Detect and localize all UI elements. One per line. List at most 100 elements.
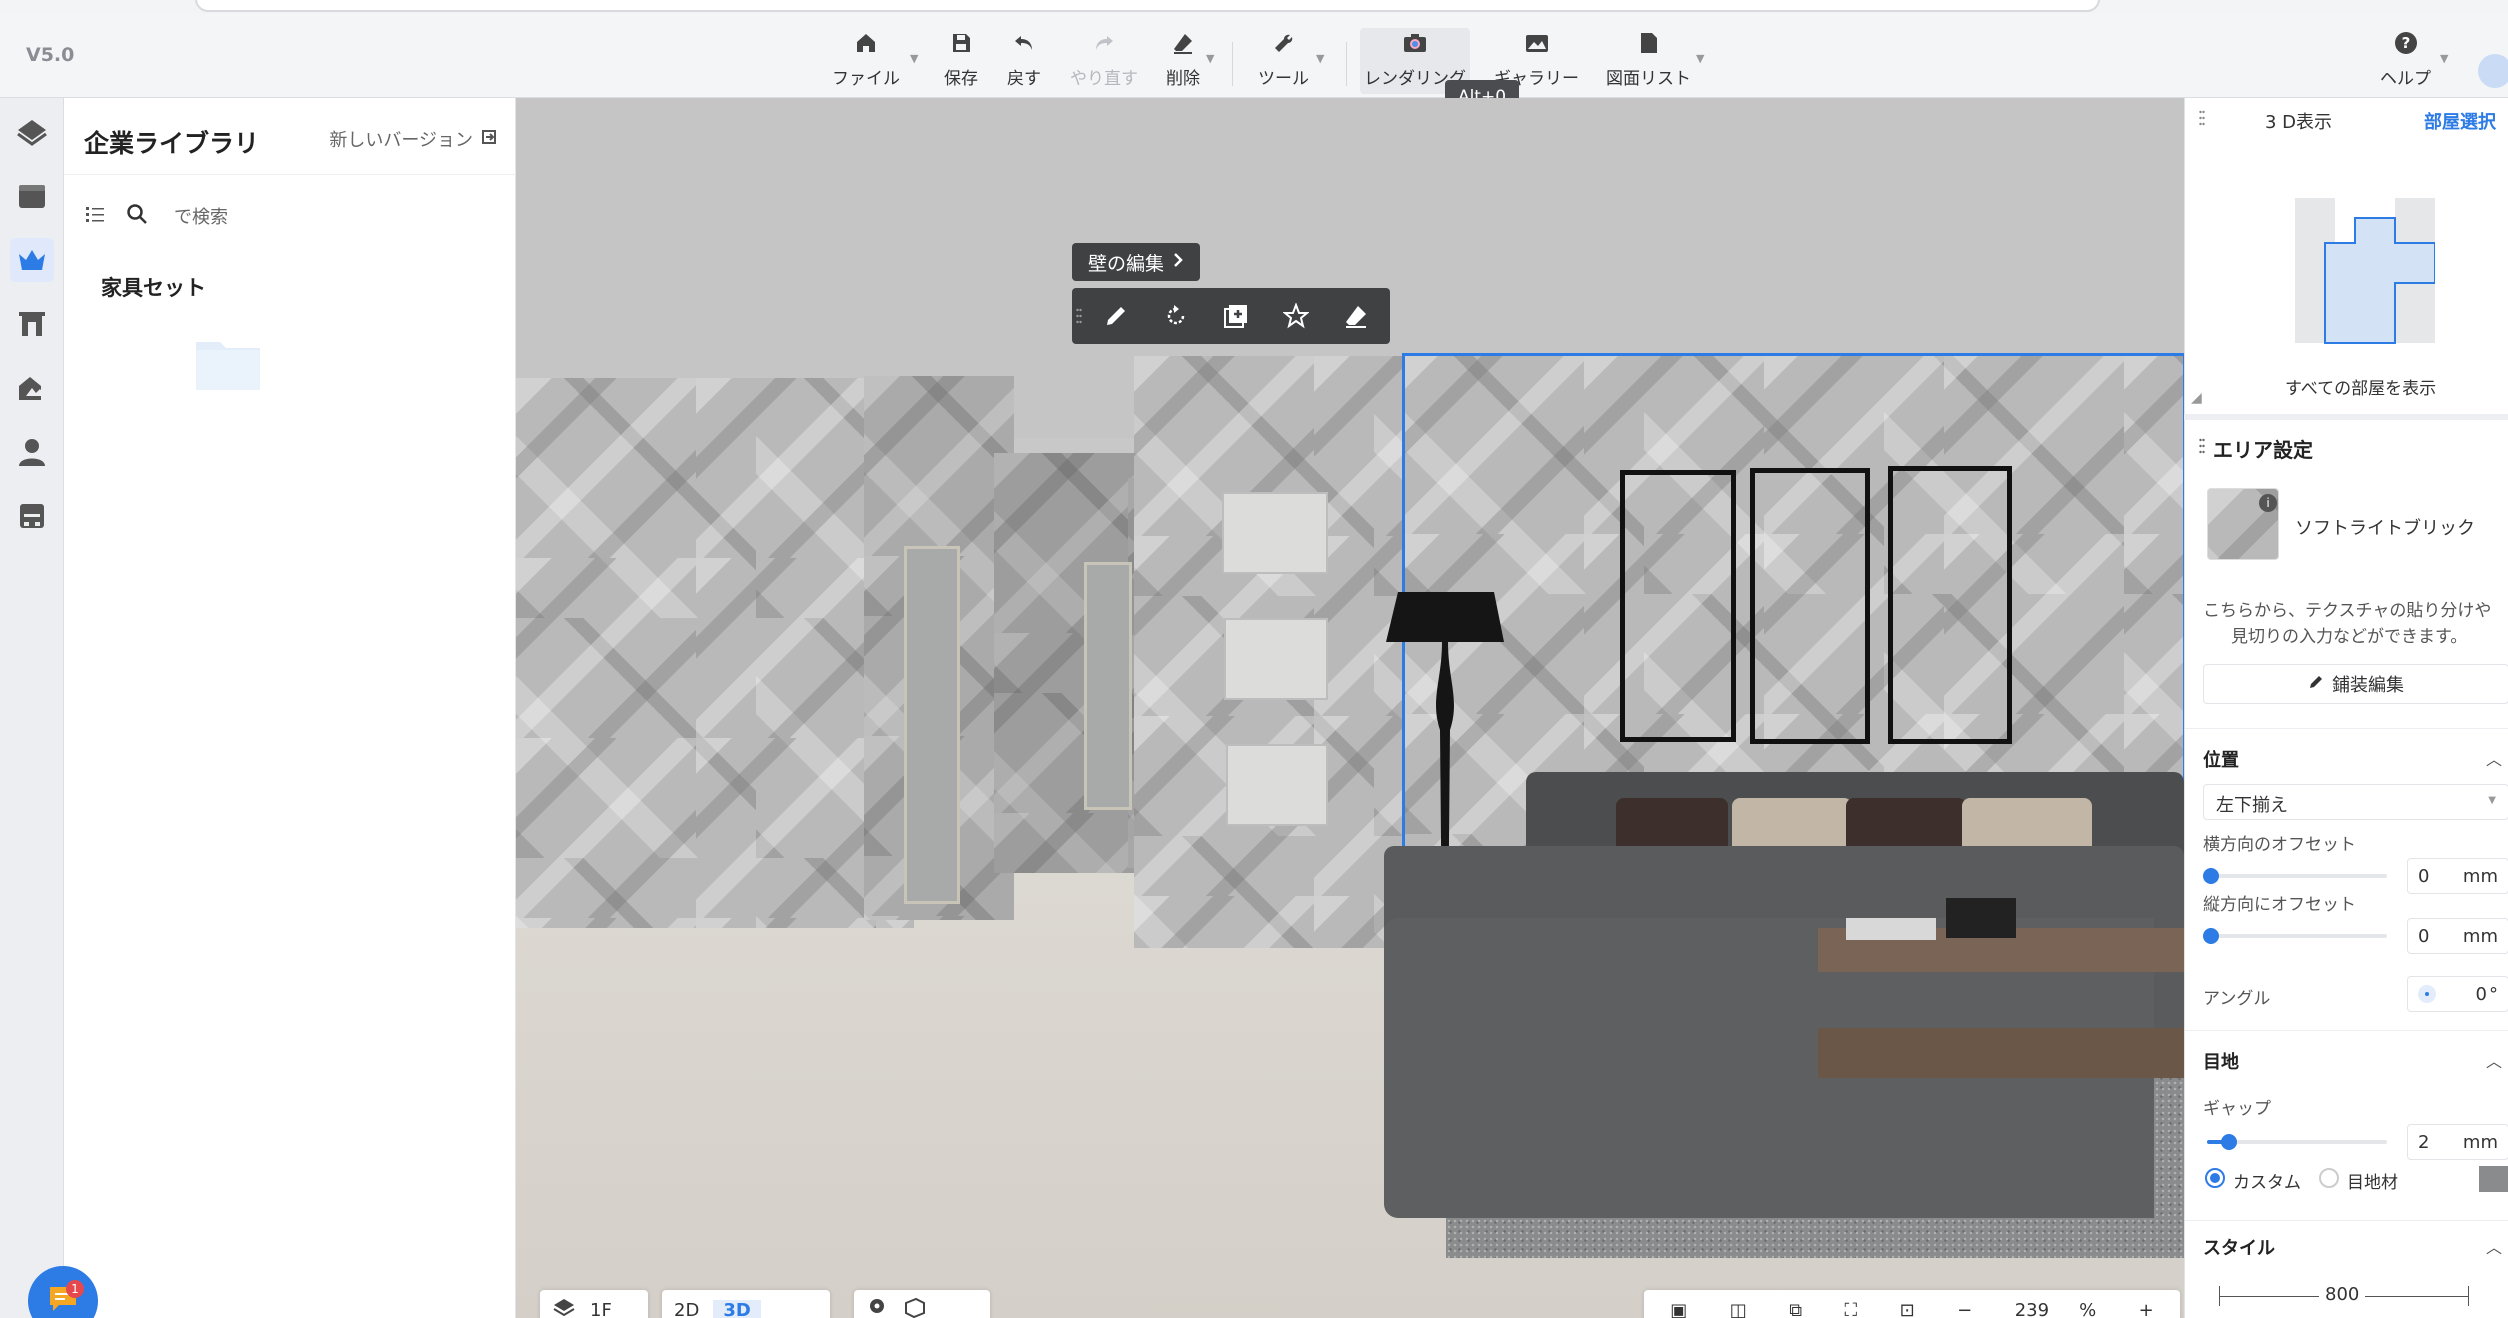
home-icon: [851, 28, 881, 58]
v-offset-input[interactable]: 0 mm: [2407, 918, 2508, 954]
gap-slider[interactable]: [2207, 1134, 2387, 1150]
zoom-input[interactable]: 239 %: [2015, 1300, 2096, 1318]
save-icon: [946, 28, 976, 58]
location-icon[interactable]: [866, 1297, 888, 1318]
enterprise-library-icon[interactable]: [10, 238, 54, 282]
undo-button[interactable]: 戻す: [1007, 28, 1041, 94]
cabinet-icon[interactable]: [10, 494, 54, 538]
layers-icon: [552, 1296, 576, 1318]
v-offset-unit: mm: [2462, 925, 2498, 947]
h-offset-slider[interactable]: [2203, 868, 2387, 884]
paving-edit-label: 鋪装編集: [2332, 675, 2404, 696]
house-mountain-icon[interactable]: [10, 366, 54, 410]
divider: [2185, 1030, 2508, 1031]
delete-caret-icon[interactable]: ▼: [1206, 52, 1214, 65]
list-view-icon[interactable]: [84, 203, 106, 229]
drawing-list-button[interactable]: 図面リスト: [1606, 28, 1691, 94]
joint-material-label: 目地材: [2347, 1173, 2398, 1193]
version-label: V5.0: [26, 44, 75, 66]
zoom-out-button[interactable]: −: [1957, 1300, 1972, 1318]
fit-icon[interactable]: ◫: [1730, 1300, 1747, 1318]
room-select-link[interactable]: 部屋選択: [2424, 108, 2496, 134]
undo-label: 戻す: [1007, 69, 1041, 89]
browser-strip: [0, 0, 2508, 14]
view-mode-toggle[interactable]: 2D 3D: [662, 1290, 830, 1318]
3d-viewport[interactable]: 壁の編集: [516, 98, 2184, 1318]
search-input[interactable]: で検索: [174, 203, 228, 229]
chevron-up-icon[interactable]: ︿: [2486, 746, 2502, 770]
view-2d-button[interactable]: 2D: [674, 1300, 699, 1318]
zoom-in-button[interactable]: +: [2139, 1300, 2154, 1318]
library-title: 企業ライブラリ: [84, 129, 260, 158]
paving-edit-button[interactable]: 鋪装編集: [2203, 664, 2508, 704]
drag-handle-icon[interactable]: [2199, 438, 2205, 458]
screen-icon[interactable]: ⊡: [1900, 1300, 1915, 1318]
view-3d-button[interactable]: 3D: [713, 1299, 761, 1318]
wall-niche: [1222, 492, 1328, 574]
cube-icon[interactable]: [902, 1297, 926, 1318]
chevron-up-icon[interactable]: ︿: [2486, 1048, 2502, 1072]
edit-pencil-icon[interactable]: [1086, 288, 1146, 344]
tools-caret-icon[interactable]: ▼: [1316, 52, 1324, 65]
rotate-icon[interactable]: [1146, 288, 1206, 344]
tools-button[interactable]: ツール: [1258, 28, 1309, 94]
zoom-controls: ▣ ◫ ⧉ ⛶ ⊡ − 239 % +: [1644, 1290, 2180, 1318]
file-button[interactable]: ファイル: [832, 28, 900, 94]
help-button[interactable]: ? ヘルプ: [2380, 28, 2431, 94]
v-offset-slider[interactable]: [2203, 928, 2387, 944]
new-version-button[interactable]: 新しいバージョン: [329, 126, 497, 152]
expand-icon[interactable]: ⧉: [1789, 1300, 1802, 1318]
redo-button[interactable]: やり直す: [1070, 28, 1138, 94]
folder-icon[interactable]: [194, 336, 262, 392]
gap-value: 2: [2418, 1131, 2430, 1153]
area-settings-title: エリア設定: [2213, 438, 2313, 462]
slider-knob[interactable]: [2220, 1134, 2237, 1150]
delete-button[interactable]: 削除: [1166, 28, 1200, 94]
floor-selector[interactable]: 1F: [540, 1290, 648, 1318]
file-caret-icon[interactable]: ▼: [910, 52, 918, 65]
browser-url-bar[interactable]: [195, 0, 2100, 12]
slider-knob[interactable]: [2203, 928, 2219, 944]
layers-icon[interactable]: [10, 110, 54, 154]
building-icon[interactable]: [10, 302, 54, 346]
custom-radio[interactable]: [2205, 1168, 2225, 1188]
eraser-icon[interactable]: [1326, 288, 1386, 344]
joint-color-swatch[interactable]: [2479, 1166, 2508, 1192]
avatar[interactable]: [2478, 54, 2508, 88]
3d-display-panel: 3 D表示 部屋選択 すべての部屋を表示 ◢: [2184, 98, 2508, 414]
info-icon[interactable]: i: [2259, 494, 2277, 512]
duplicate-icon[interactable]: [1206, 288, 1266, 344]
help-caret-icon[interactable]: ▼: [2440, 52, 2448, 65]
wall-edit-tag[interactable]: 壁の編集: [1072, 243, 1201, 281]
image-icon[interactable]: ▣: [1670, 1300, 1687, 1318]
h-offset-input[interactable]: 0 mm: [2407, 858, 2508, 894]
library-search[interactable]: で検索: [84, 198, 494, 234]
resize-handle-icon[interactable]: ◢: [2191, 390, 2202, 406]
drag-handle-icon[interactable]: [2199, 110, 2205, 130]
store-icon[interactable]: [10, 174, 54, 218]
alignment-select[interactable]: 左下揃え ▼: [2203, 784, 2508, 820]
star-icon[interactable]: [1266, 288, 1326, 344]
document-icon: [1634, 28, 1664, 58]
drag-handle-icon[interactable]: [1072, 288, 1086, 344]
save-button[interactable]: 保存: [944, 28, 978, 94]
show-all-rooms-link[interactable]: すべての部屋を表示: [2285, 374, 2436, 399]
wrench-icon: [1269, 28, 1299, 58]
angle-label: アングル: [2203, 989, 2271, 1009]
chevron-down-icon: ▼: [2488, 795, 2496, 806]
wall-niche: [1226, 744, 1328, 826]
angle-input[interactable]: 0 °: [2407, 976, 2508, 1012]
gap-input[interactable]: 2 mm: [2407, 1124, 2508, 1160]
user-icon[interactable]: [10, 430, 54, 474]
camera-controls[interactable]: [854, 1290, 990, 1318]
library-panel: 企業ライブラリ 新しいバージョン で検索 家具セット: [64, 98, 516, 1318]
eraser-icon: [1168, 28, 1198, 58]
focus-icon[interactable]: ⛶: [1845, 1300, 1858, 1318]
drawing-caret-icon[interactable]: ▼: [1696, 52, 1704, 65]
gap-unit: mm: [2462, 1131, 2498, 1153]
slider-knob[interactable]: [2203, 868, 2219, 884]
joint-material-radio[interactable]: [2319, 1168, 2339, 1188]
chevron-up-icon[interactable]: ︿: [2486, 1234, 2502, 1258]
wall-niche: [1224, 618, 1328, 700]
floor-plan-minimap[interactable]: [2295, 198, 2436, 348]
